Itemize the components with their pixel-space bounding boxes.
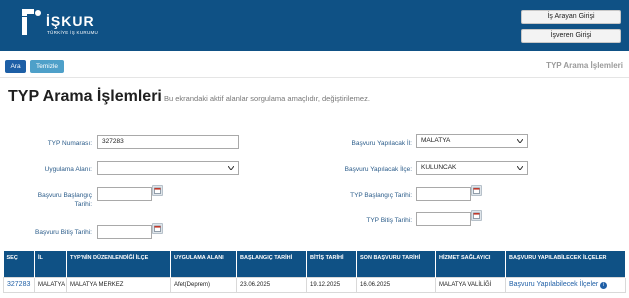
logo-name: İŞKUR xyxy=(46,13,95,29)
column-header-hizmet-saglayici: HİZMET SAĞLAYICI xyxy=(435,251,506,277)
chevron-down-icon xyxy=(228,166,234,170)
basvuru-baslangic-label-line2: Tarihi: xyxy=(74,201,92,208)
basvuru-ilceler-link-text: Başvuru Yapılabilecek İlçeler xyxy=(509,280,599,288)
basvuru-baslangic-label-line1: Başvuru Başlangıç xyxy=(37,192,92,199)
table-row: 327283 MALATYA MALATYA MERKEZ Afet(Depre… xyxy=(3,276,626,293)
basvuru-il-value: MALATYA xyxy=(421,137,451,144)
site-header: İŞKUR TÜRKİYE İŞ KURUMU İş Arayan Girişi… xyxy=(0,0,629,51)
basvuru-bitis-label: Başvuru Bitiş Tarihi: xyxy=(35,229,92,236)
info-icon: i xyxy=(600,281,608,289)
basvuru-baslangic-input[interactable] xyxy=(97,187,152,201)
basvuru-ilce-label: Başvuru Yapılacak İlçe: xyxy=(344,166,412,173)
column-header-bitis: BİTİŞ TARİHİ xyxy=(306,251,357,277)
typ-bitis-label: TYP Bitiş Tarihi: xyxy=(366,217,412,224)
basvuru-bitis-input[interactable] xyxy=(97,225,152,239)
uygulama-alani-select[interactable] xyxy=(97,161,239,175)
page-subtitle: Bu ekrandaki aktif alanlar sorgulama ama… xyxy=(164,94,370,103)
results-table: SEÇ İL TYP'NİN DÜZENLENDİĞİ İLÇE UYGULAM… xyxy=(3,251,626,293)
iskur-logo-mark-icon xyxy=(22,9,41,35)
typ-baslangic-label: TYP Başlangıç Tarihi: xyxy=(350,192,412,199)
column-header-basvuru-ilceler: BAŞVURU YAPILABİLECEK İLÇELER xyxy=(505,251,626,277)
basvuru-baslangic-label: Başvuru Başlangıç Tarihi: xyxy=(20,191,92,209)
calendar-icon xyxy=(154,225,161,232)
basvuru-ilce-value: KULUNCAK xyxy=(421,164,457,171)
column-header-ilce: TYP'NİN DÜZENLENDİĞİ İLÇE xyxy=(66,251,171,277)
basvuru-il-select[interactable]: MALATYA xyxy=(416,134,528,148)
toolbar-title: TYP Arama İşlemleri xyxy=(546,61,623,70)
basvuru-ilce-select[interactable]: KULUNCAK xyxy=(416,161,528,175)
isveren-girisi-button[interactable]: İşveren Girişi xyxy=(521,29,621,43)
cell-uygulama-alani: Afet(Deprem) xyxy=(170,276,237,293)
page-title: TYP Arama İşlemleri xyxy=(8,88,162,105)
typ-numarasi-label: TYP Numarası: xyxy=(47,140,92,147)
basvuru-ilceler-link[interactable]: Başvuru Yapılabilecek İlçeler i xyxy=(505,276,626,293)
cell-hizmet-saglayici: MALATYA VALİLİĞİ xyxy=(435,276,506,293)
uygulama-alani-label: Uygulama Alanı: xyxy=(44,166,92,173)
column-header-son-basvuru: SON BAŞVURU TARİHİ xyxy=(356,251,436,277)
iskur-logo[interactable]: İŞKUR TÜRKİYE İŞ KURUMU xyxy=(20,5,110,47)
table-header-row: SEÇ İL TYP'NİN DÜZENLENDİĞİ İLÇE UYGULAM… xyxy=(3,251,626,277)
column-header-uygulama-alani: UYGULAMA ALANI xyxy=(170,251,237,277)
ara-button[interactable]: Ara xyxy=(5,60,26,73)
action-toolbar: Ara Temizle TYP Arama İşlemleri xyxy=(0,58,629,78)
typ-baslangic-input[interactable] xyxy=(416,187,471,201)
calendar-icon xyxy=(473,212,480,219)
cell-il: MALATYA xyxy=(34,276,67,293)
basvuru-baslangic-calendar-button[interactable] xyxy=(152,185,163,196)
is-arayan-girisi-button[interactable]: İş Arayan Girişi xyxy=(521,10,621,24)
chevron-down-icon xyxy=(517,139,523,143)
column-header-sec: SEÇ xyxy=(3,251,35,277)
column-header-il: İL xyxy=(34,251,67,277)
typ-baslangic-calendar-button[interactable] xyxy=(471,185,482,196)
cell-son-basvuru: 16.06.2025 xyxy=(356,276,436,293)
cell-ilce: MALATYA MERKEZ xyxy=(66,276,171,293)
column-header-baslangic: BAŞLANGIÇ TARİHİ xyxy=(236,251,307,277)
logo-subtitle: TÜRKİYE İŞ KURUMU xyxy=(47,30,99,35)
typ-numarasi-input[interactable]: 327283 xyxy=(97,135,239,149)
calendar-icon xyxy=(473,187,480,194)
select-typ-link[interactable]: 327283 xyxy=(3,276,35,293)
temizle-button[interactable]: Temizle xyxy=(30,60,64,73)
basvuru-il-label: Başvuru Yapılacak İl: xyxy=(351,140,412,147)
typ-bitis-calendar-button[interactable] xyxy=(471,210,482,221)
calendar-icon xyxy=(154,187,161,194)
cell-baslangic: 23.06.2025 xyxy=(236,276,307,293)
cell-bitis: 19.12.2025 xyxy=(306,276,357,293)
app-root: İŞKUR TÜRKİYE İŞ KURUMU İş Arayan Girişi… xyxy=(0,0,629,298)
basvuru-bitis-calendar-button[interactable] xyxy=(152,223,163,234)
chevron-down-icon xyxy=(517,166,523,170)
typ-bitis-input[interactable] xyxy=(416,212,471,226)
